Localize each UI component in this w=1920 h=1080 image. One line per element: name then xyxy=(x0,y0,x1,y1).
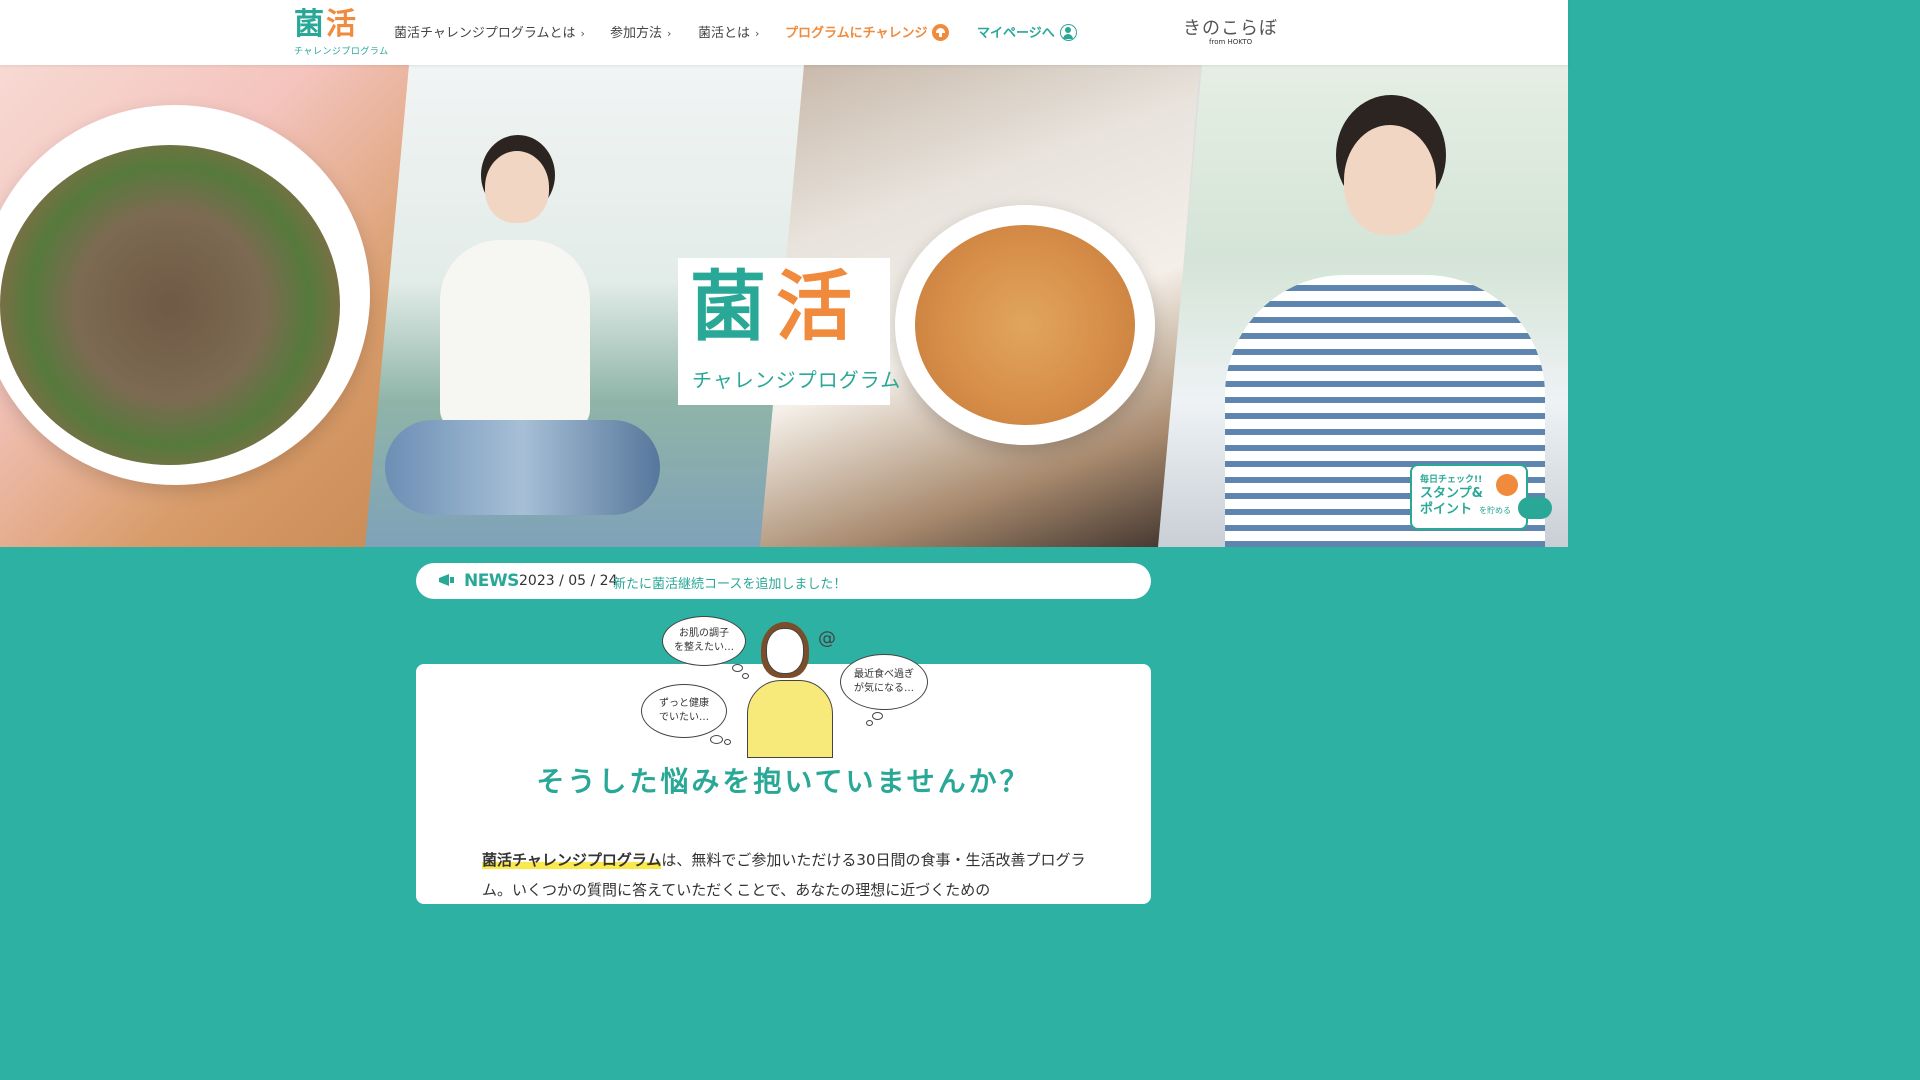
soup-image xyxy=(915,225,1135,425)
site-header: 菌 活 チャレンジプログラム 菌活チャレンジプログラムとは › 参加方法 › 菌活と… xyxy=(0,0,1568,65)
stamp-point-banner[interactable]: 毎日チェック!! スタンプ& ポイント を貯める xyxy=(1410,464,1528,530)
news-headline[interactable]: 新たに菌活継続コースを追加しました！ xyxy=(613,573,846,592)
check-icon xyxy=(1518,497,1552,519)
logo-kanji-kin: 菌 xyxy=(294,7,324,42)
nav-item-mypage-label: マイページへ xyxy=(977,26,1055,41)
chevron-right-icon: › xyxy=(580,27,585,40)
bubble-text-line: ずっと健康 xyxy=(659,698,709,709)
thought-dot xyxy=(724,739,731,745)
worried-girl-illustration xyxy=(747,680,833,758)
program-name-highlight: 菌活チャレンジプログラム xyxy=(482,851,662,869)
nav-item-how-to-join[interactable]: 参加方法 › xyxy=(610,22,671,41)
nav-item-challenge[interactable]: プログラムにチャレンジ xyxy=(785,22,950,41)
nav-item-about[interactable]: 菌活チャレンジプログラムとは › xyxy=(394,22,585,41)
thought-dot xyxy=(742,673,749,679)
stamp-banner-suffix: を貯める xyxy=(1479,506,1511,515)
brand-logo-kinokolabo[interactable]: きのこらぼ from HOKTO xyxy=(1183,14,1279,50)
chevron-right-icon: › xyxy=(755,27,760,40)
hero-photo-mushroom-bowl xyxy=(0,65,409,547)
hero-logo: 菌 活 チャレンジプログラム xyxy=(678,258,900,405)
nav-item-how-to-join-label: 参加方法 xyxy=(610,26,663,41)
face-image xyxy=(1344,125,1436,235)
logo-subtitle: チャレンジプログラム xyxy=(294,47,389,57)
program-intro-text: 菌活チャレンジプログラムは、無料でご参加いただける30日間の食事・生活改善プログ… xyxy=(482,845,1092,905)
hero-logo-kanji-kin: 菌 xyxy=(690,262,766,351)
swirl-icon: @ xyxy=(818,628,836,649)
nav-item-about-label: 菌活チャレンジプログラムとは xyxy=(394,26,576,41)
hero-banner: 菌 活 チャレンジプログラム xyxy=(0,65,1568,547)
bubble-text-line: でいたい… xyxy=(659,712,709,723)
nav-item-kinkatsu-label: 菌活とは xyxy=(698,26,751,41)
mushroom-icon xyxy=(1496,474,1518,496)
bubble-text-line: お肌の調子 xyxy=(679,628,729,639)
face-image xyxy=(485,151,549,223)
worried-girl-face xyxy=(766,628,804,674)
yoga-leggings-image xyxy=(385,420,660,515)
stamp-banner-line1: 毎日チェック!! xyxy=(1420,475,1483,485)
thought-bubble-skin: お肌の調子を整えたい… xyxy=(662,616,746,666)
megaphone-icon xyxy=(439,574,454,586)
thought-bubble-overeating: 最近食べ過ぎ が気になる… xyxy=(840,654,928,710)
mushroom-icon xyxy=(932,24,950,41)
nav-item-mypage[interactable]: マイページへ xyxy=(977,22,1077,41)
yoga-shirt-image xyxy=(440,240,590,430)
thought-dot xyxy=(710,735,723,744)
thought-dot xyxy=(732,664,743,672)
nav-item-kinkatsu[interactable]: 菌活とは › xyxy=(698,22,759,41)
chevron-right-icon: › xyxy=(667,27,672,40)
bubble-text-line: が気になる… xyxy=(854,683,914,694)
bubble-text-line: 最近食べ過ぎ xyxy=(854,669,914,680)
brand-from: from HOKTO xyxy=(1209,38,1253,46)
logo-kanji-katsu: 活 xyxy=(326,7,356,42)
nav-item-challenge-label: プログラムにチャレンジ xyxy=(785,26,928,41)
news-date: 2023 / 05 / 24 xyxy=(519,573,618,589)
bubble-text-line: を整えたい… xyxy=(674,642,734,653)
worries-question-heading: そうした悩みを抱いていませんか？ xyxy=(536,765,1031,798)
thought-dot xyxy=(866,720,873,726)
stamp-banner-line3: ポイント xyxy=(1420,502,1473,517)
user-icon xyxy=(1059,24,1077,41)
hero-logo-kanji-katsu: 活 xyxy=(776,262,852,351)
mushroom-dish-image xyxy=(0,145,340,465)
news-bar[interactable]: NEWS 2023 / 05 / 24 新たに菌活継続コースを追加しました！ xyxy=(416,563,1151,599)
news-label: NEWS xyxy=(464,571,519,591)
hero-logo-subtitle: チャレンジプログラム xyxy=(692,368,902,392)
thought-dot xyxy=(872,712,883,720)
thought-bubble-health: ずっと健康でいたい… xyxy=(641,684,727,738)
site-logo[interactable]: 菌 活 チャレンジプログラム xyxy=(292,7,388,58)
brand-name: きのこらぼ xyxy=(1183,18,1278,39)
stamp-banner-line2: スタンプ& xyxy=(1420,486,1483,501)
